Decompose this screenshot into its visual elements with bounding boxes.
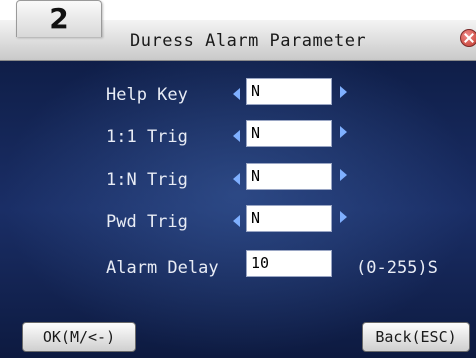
right-arrow-icon[interactable] — [340, 126, 347, 138]
one-to-one-trig-label: 1:1 Trig — [106, 127, 188, 147]
help-key-field[interactable]: N — [246, 78, 332, 105]
back-button[interactable]: Back(ESC) — [362, 322, 470, 352]
right-arrow-icon[interactable] — [340, 86, 347, 98]
one-to-one-trig-field[interactable]: N — [246, 120, 332, 147]
left-arrow-icon[interactable] — [233, 130, 240, 142]
close-icon[interactable] — [460, 29, 476, 47]
alarm-delay-field[interactable]: 10 — [246, 250, 332, 277]
left-arrow-icon[interactable] — [233, 215, 240, 227]
page-number-badge: 2 — [16, 0, 102, 37]
alarm-delay-range: (0-255)S — [356, 258, 438, 278]
alarm-delay-label: Alarm Delay — [106, 258, 219, 278]
left-arrow-icon[interactable] — [233, 88, 240, 100]
right-arrow-icon[interactable] — [340, 169, 347, 181]
left-arrow-icon[interactable] — [233, 173, 240, 185]
pwd-trig-label: Pwd Trig — [106, 212, 188, 232]
pwd-trig-field[interactable]: N — [246, 205, 332, 232]
one-to-n-trig-label: 1:N Trig — [106, 170, 188, 190]
content-panel — [0, 60, 476, 358]
right-arrow-icon[interactable] — [340, 211, 347, 223]
ok-button[interactable]: OK(M/<-) — [22, 322, 136, 352]
one-to-n-trig-field[interactable]: N — [246, 163, 332, 190]
help-key-label: Help Key — [106, 85, 188, 105]
window-title: Duress Alarm Parameter — [130, 31, 367, 51]
